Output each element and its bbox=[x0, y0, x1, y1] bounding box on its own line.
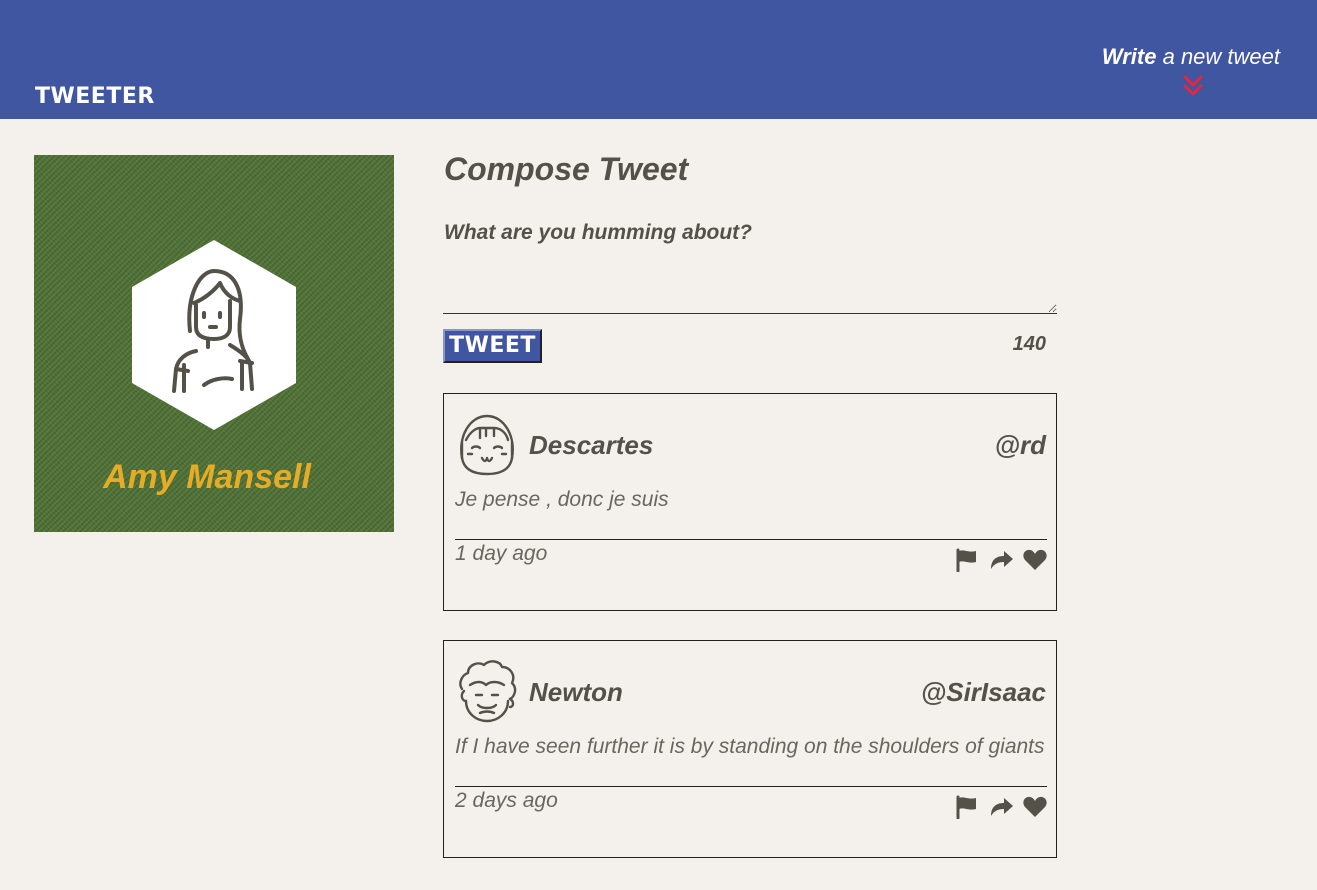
heart-icon[interactable] bbox=[1022, 548, 1048, 572]
brand-logo[interactable]: TWEETER bbox=[35, 86, 155, 108]
tweet-divider bbox=[455, 539, 1047, 540]
tweet-timestamp: 1 day ago bbox=[455, 542, 548, 565]
retweet-icon[interactable] bbox=[988, 548, 1014, 572]
tweet-text: Je pense , donc je suis bbox=[455, 488, 669, 511]
tweet-author-name: Newton bbox=[529, 677, 623, 707]
character-counter: 140 bbox=[1012, 333, 1046, 355]
write-new-tweet-toggle[interactable]: Write a new tweet bbox=[1101, 44, 1280, 69]
flag-icon[interactable] bbox=[954, 548, 980, 572]
tweet-author-handle: @rd bbox=[994, 430, 1046, 460]
compose-title: Compose Tweet bbox=[444, 151, 689, 187]
tweet-submit-button[interactable]: TWEET bbox=[443, 329, 542, 363]
tweet-timestamp: 2 days ago bbox=[455, 789, 558, 812]
double-chevron-down-icon[interactable] bbox=[1183, 75, 1203, 97]
tweet-text-input[interactable] bbox=[443, 215, 1057, 314]
girl-avatar-icon bbox=[132, 240, 296, 430]
tweet-text: If I have seen further it is by standing… bbox=[455, 735, 1045, 758]
write-new-tweet-bold: Write bbox=[1101, 44, 1157, 69]
flag-icon[interactable] bbox=[954, 795, 980, 819]
retweet-icon[interactable] bbox=[988, 795, 1014, 819]
tweet-card: Newton @SirIsaac If I have seen further … bbox=[443, 640, 1057, 858]
curly-hair-man-avatar-icon bbox=[459, 660, 517, 723]
heart-icon[interactable] bbox=[1022, 795, 1048, 819]
tweet-actions bbox=[954, 548, 1048, 572]
smiling-girl-avatar-icon bbox=[460, 414, 514, 476]
write-new-tweet-light: a new tweet bbox=[1156, 44, 1280, 69]
tweet-divider bbox=[455, 786, 1047, 787]
user-profile-card: Amy Mansell bbox=[34, 155, 394, 532]
tweet-author-name: Descartes bbox=[529, 430, 654, 460]
top-navbar: TWEETER Write a new tweet bbox=[0, 0, 1317, 119]
profile-name: Amy Mansell bbox=[103, 458, 311, 496]
tweet-author-handle: @SirIsaac bbox=[920, 677, 1046, 707]
tweet-card: Descartes @rd Je pense , donc je suis 1 … bbox=[443, 393, 1057, 611]
tweet-actions bbox=[954, 795, 1048, 819]
